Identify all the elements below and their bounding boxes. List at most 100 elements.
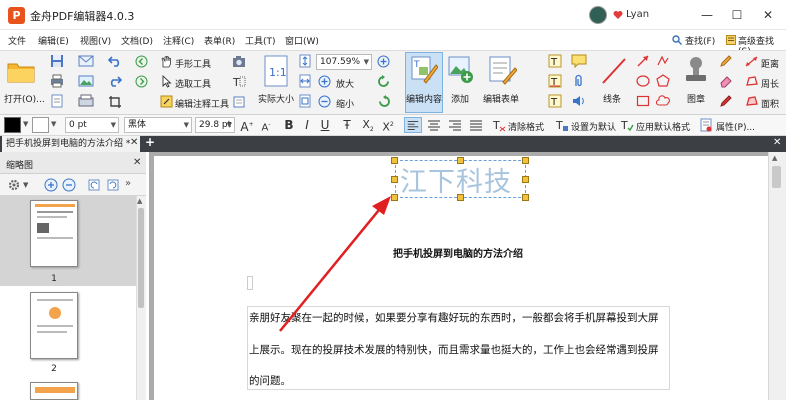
annotation-tool-button[interactable]: 编辑注释工具 <box>175 97 229 110</box>
stroke-color-swatch[interactable] <box>32 117 49 133</box>
sound-icon[interactable] <box>571 94 587 108</box>
rotate-thumb-left-icon[interactable] <box>87 178 101 192</box>
fill-color-swatch[interactable] <box>4 117 21 133</box>
fit-page-icon[interactable] <box>298 54 312 68</box>
close-button[interactable]: ✕ <box>756 4 780 26</box>
rotate-left-icon[interactable] <box>377 75 391 88</box>
stamp-button[interactable]: 图章 <box>687 92 705 105</box>
select-tool-button[interactable]: 选取工具 <box>175 77 211 90</box>
crop-icon[interactable] <box>108 95 122 109</box>
thumbnail-scroll-thumb[interactable] <box>138 208 144 308</box>
eraser-icon[interactable] <box>719 74 733 88</box>
tab-close-icon[interactable]: ✕ <box>130 137 138 148</box>
resize-handle[interactable] <box>522 194 529 201</box>
fit-width-icon[interactable] <box>298 74 312 88</box>
thumbnail-page-3[interactable] <box>30 382 78 400</box>
align-right-icon[interactable] <box>446 117 464 133</box>
apply-default-button[interactable]: 应用默认格式 <box>636 120 690 133</box>
perimeter-button[interactable]: 周长 <box>761 77 779 90</box>
new-tab-plus-icon[interactable]: + <box>145 135 155 149</box>
line-button[interactable]: 线条 <box>603 92 621 105</box>
thumbnail-page-2[interactable] <box>30 292 78 359</box>
chevron-down-icon[interactable]: ▼ <box>51 120 56 128</box>
clear-format-button[interactable]: 清除格式 <box>508 120 544 133</box>
snapshot-icon[interactable] <box>232 95 246 108</box>
callout-text-icon[interactable]: T <box>548 94 562 108</box>
menu-edit[interactable]: 编辑(E) <box>38 34 69 47</box>
arrow-tool-icon[interactable] <box>636 54 650 68</box>
properties-button[interactable]: 属性(P)... <box>716 120 755 133</box>
align-center-icon[interactable] <box>425 117 443 133</box>
undo-icon[interactable] <box>108 55 122 67</box>
chevron-down-icon[interactable]: ▼ <box>23 120 28 128</box>
resize-handle[interactable] <box>391 194 398 201</box>
zoom-in-plus-icon[interactable] <box>377 55 390 68</box>
menu-form[interactable]: 表单(R) <box>204 34 235 47</box>
comment-note-icon[interactable] <box>571 54 587 68</box>
hand-tool-button[interactable]: 手形工具 <box>175 57 211 70</box>
font-grow-button[interactable]: A+ <box>238 117 256 134</box>
font-shrink-button[interactable]: A- <box>257 117 275 133</box>
open-folder-icon[interactable] <box>6 56 36 86</box>
ellipse-tool-icon[interactable] <box>636 74 650 88</box>
zoom-level-field[interactable]: 107.59% ▼ <box>316 54 372 70</box>
set-default-button[interactable]: 设置为默认 <box>571 120 616 133</box>
search-button[interactable]: 查找(F) <box>685 34 715 47</box>
pen-icon[interactable] <box>719 94 733 108</box>
rectangle-tool-icon[interactable] <box>636 94 650 108</box>
resize-handle[interactable] <box>391 157 398 164</box>
text-select-icon[interactable]: T <box>232 75 246 88</box>
watermark-text[interactable]: 江下科技 <box>400 160 512 199</box>
thumbnail-page-1[interactable] <box>30 200 78 267</box>
strikethrough-button[interactable]: Ŧ <box>339 117 355 133</box>
add-button[interactable]: 添加 <box>451 92 469 105</box>
text-box-icon[interactable]: T <box>548 54 562 68</box>
fit-visible-icon[interactable] <box>298 94 312 108</box>
scroll-up-icon[interactable]: ▲ <box>772 154 777 162</box>
stroke-width-field[interactable]: 0 pt ▼ <box>65 117 119 133</box>
edit-form-button[interactable]: 编辑表单 <box>483 92 519 105</box>
camera-icon[interactable] <box>232 55 246 68</box>
back-icon[interactable] <box>135 55 148 68</box>
zoom-in-button[interactable]: 放大 <box>336 77 354 90</box>
cloud-tool-icon[interactable] <box>656 94 670 108</box>
image-icon[interactable] <box>78 74 94 88</box>
zoom-in-thumb-icon[interactable] <box>44 178 58 192</box>
resize-handle[interactable] <box>391 176 398 183</box>
chevron-down-icon[interactable]: ▼ <box>23 181 28 189</box>
menu-document[interactable]: 文档(D) <box>121 34 153 47</box>
menu-tools[interactable]: 工具(T) <box>245 34 276 47</box>
page-icon[interactable] <box>50 94 64 108</box>
menu-view[interactable]: 视图(V) <box>80 34 111 47</box>
more-options-icon[interactable]: » <box>125 178 131 189</box>
typewriter-icon[interactable]: T <box>548 74 562 88</box>
panel-close-icon[interactable]: ✕ <box>133 157 141 168</box>
empty-text-box[interactable] <box>247 276 253 290</box>
italic-button[interactable]: I <box>299 117 315 133</box>
document-scroll-thumb[interactable] <box>772 166 781 188</box>
save-icon[interactable] <box>50 54 64 68</box>
forward-icon[interactable] <box>135 75 148 88</box>
polyline-tool-icon[interactable] <box>656 54 670 68</box>
resize-handle[interactable] <box>457 194 464 201</box>
superscript-button[interactable]: X2 <box>379 117 397 134</box>
resize-handle[interactable] <box>522 157 529 164</box>
rotate-right-icon[interactable] <box>377 95 391 108</box>
document-heading[interactable]: 把手机投屏到电脑的方法介绍 <box>393 245 523 260</box>
actual-size-button[interactable]: 实际大小 <box>258 92 294 105</box>
zoom-out-thumb-icon[interactable] <box>62 178 76 192</box>
resize-handle[interactable] <box>457 157 464 164</box>
close-all-tabs-icon[interactable]: ✕ <box>773 137 781 148</box>
align-left-icon[interactable] <box>404 117 422 133</box>
attach-file-icon[interactable] <box>571 74 587 88</box>
user-avatar[interactable] <box>589 6 607 24</box>
polygon-tool-icon[interactable] <box>656 74 670 88</box>
user-name[interactable]: Lyan <box>626 9 649 20</box>
bold-button[interactable]: B <box>281 117 297 133</box>
pencil-icon[interactable] <box>719 54 733 68</box>
open-button[interactable]: 打开(O)... <box>4 92 45 105</box>
gear-icon[interactable] <box>7 178 21 192</box>
email-icon[interactable] <box>78 54 94 68</box>
subscript-button[interactable]: X2 <box>359 117 377 133</box>
menu-window[interactable]: 窗口(W) <box>285 34 319 47</box>
